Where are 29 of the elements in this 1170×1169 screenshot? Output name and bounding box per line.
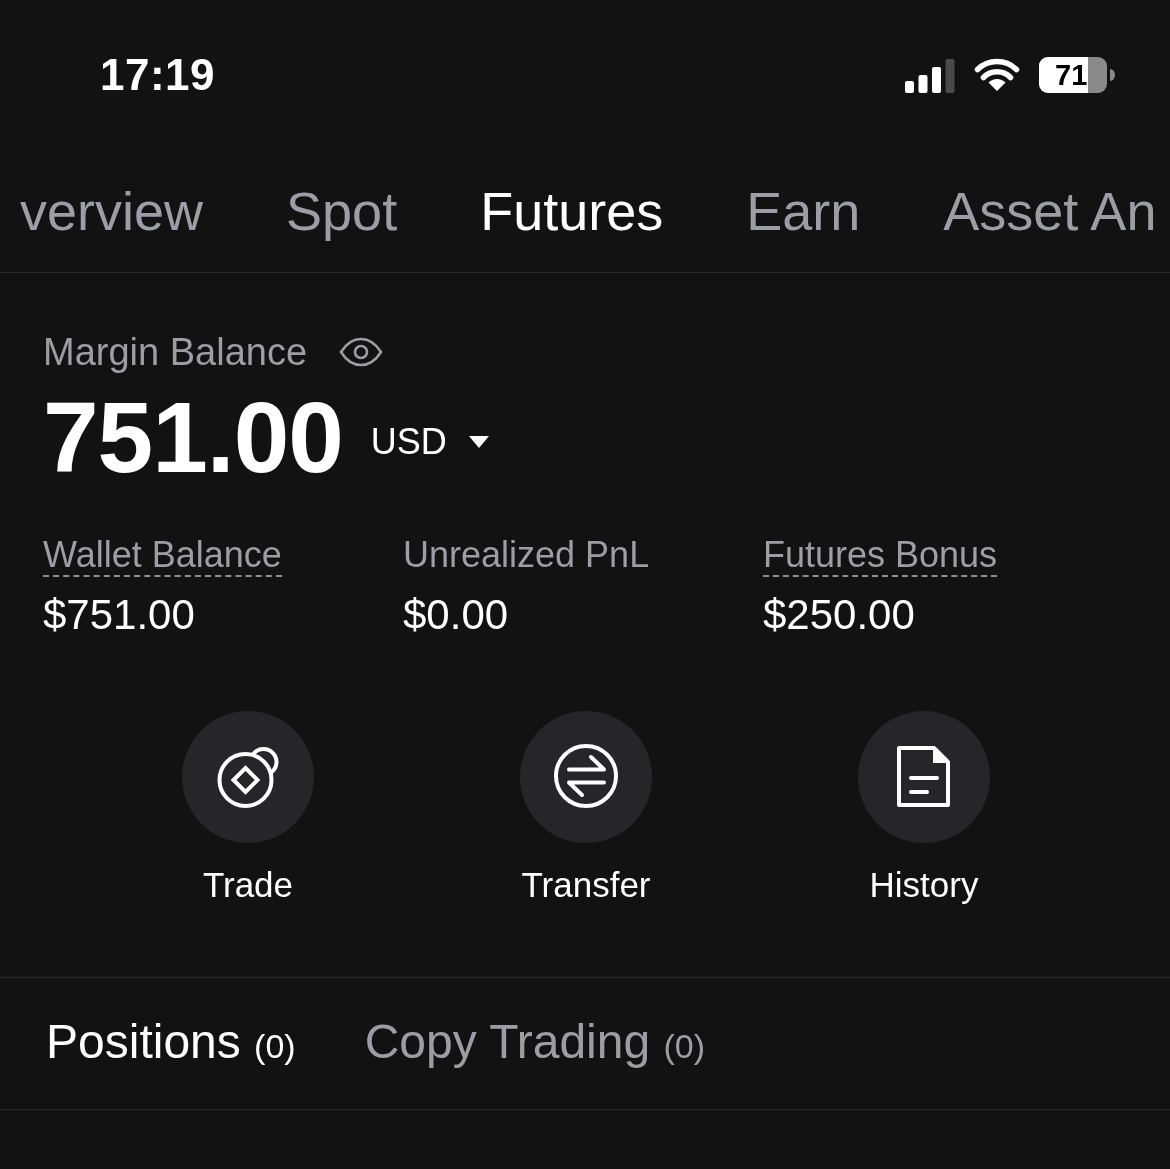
stat-value: $250.00 xyxy=(763,591,915,639)
history-button[interactable]: History xyxy=(858,711,990,907)
transfer-icon xyxy=(520,711,652,843)
document-icon xyxy=(858,711,990,843)
section-tab[interactable]: Positions (0) xyxy=(46,1011,296,1076)
trade-button[interactable]: Trade xyxy=(182,711,314,907)
stat-value: $751.00 xyxy=(43,591,195,639)
stat-value: $0.00 xyxy=(403,591,509,639)
eye-icon[interactable] xyxy=(339,337,384,367)
battery-icon xyxy=(1039,57,1115,93)
nav-tab[interactable]: verview xyxy=(20,179,204,243)
coins-icon xyxy=(182,711,314,843)
currency-dropdown[interactable]: USD xyxy=(370,421,489,463)
stat-label[interactable]: Futures Bonus xyxy=(763,535,998,577)
section-tab[interactable]: Copy Trading (0) xyxy=(364,1011,706,1076)
balance-amount: 751.00 xyxy=(43,387,343,487)
balance-label: Margin Balance xyxy=(43,330,308,375)
signal-icon xyxy=(905,57,955,93)
nav-tab[interactable]: Spot xyxy=(286,179,398,243)
nav-tab[interactable]: Asset An xyxy=(943,179,1157,243)
nav-tab[interactable]: Futures xyxy=(480,179,664,243)
nav-tab[interactable]: Earn xyxy=(746,179,861,243)
caret-icon xyxy=(468,436,489,448)
wifi-icon xyxy=(974,58,1020,92)
stat-label[interactable]: Wallet Balance xyxy=(43,535,282,577)
status-time: 17:19 xyxy=(100,50,216,100)
battery-percentage: 71 xyxy=(1055,58,1088,93)
transfer-button[interactable]: Transfer xyxy=(520,711,652,907)
stat-label: Unrealized PnL xyxy=(403,535,650,577)
